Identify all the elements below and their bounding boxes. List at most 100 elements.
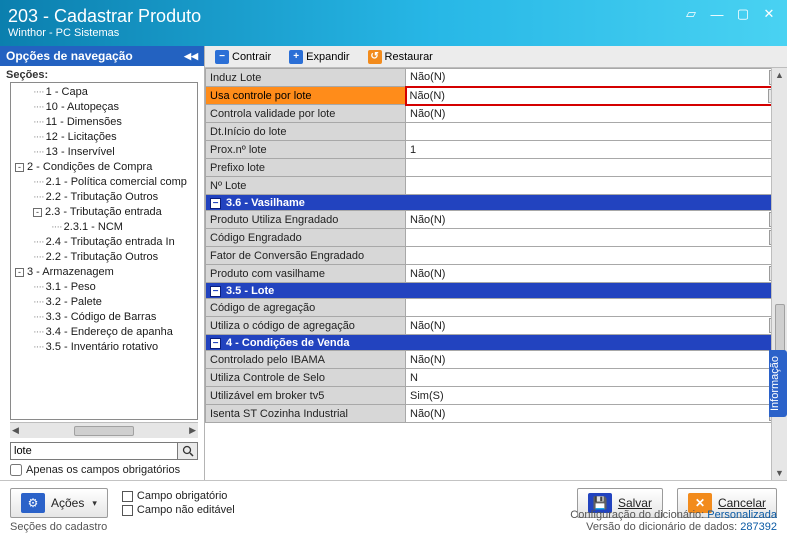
maximize-button[interactable]: ▢ xyxy=(735,6,751,22)
field-value[interactable] xyxy=(406,247,787,265)
grid-row[interactable]: Código de agregação xyxy=(206,299,787,317)
section-header[interactable]: −3.6 - Vasilhame xyxy=(206,195,787,211)
grid-row[interactable]: Utiliza Controle de SeloN xyxy=(206,369,787,387)
field-value[interactable]: Não(N) xyxy=(406,105,787,123)
field-value[interactable]: Não(N)▾ xyxy=(406,69,787,87)
tree-node[interactable]: 2.1 - Política comercial comp xyxy=(11,175,197,190)
tree-node[interactable]: -2 - Condições de Compra xyxy=(11,160,197,175)
acoes-button[interactable]: ⚙ Ações ▾ xyxy=(10,488,108,518)
tree-node[interactable]: 11 - Dimensões xyxy=(11,115,197,130)
field-label: Nº Lote xyxy=(206,177,406,195)
tree-view[interactable]: 1 - Capa10 - Autopeças11 - Dimensões12 -… xyxy=(10,82,198,420)
minus-icon: − xyxy=(215,50,229,64)
nav-header[interactable]: Opções de navegação ◀◀ xyxy=(0,46,204,66)
field-value[interactable]: Não(N)▾ xyxy=(406,351,787,369)
grid-row[interactable]: Código Engradado▾ xyxy=(206,229,787,247)
search-button[interactable] xyxy=(178,442,198,460)
field-label: Prox.nº lote xyxy=(206,141,406,159)
expandir-button[interactable]: +Expandir xyxy=(283,49,355,65)
grid-vscrollbar[interactable]: ▲ ▼ xyxy=(771,68,787,480)
tree-node[interactable]: 10 - Autopeças xyxy=(11,100,197,115)
tree-node[interactable]: 2.4 - Tributação entrada In xyxy=(11,235,197,250)
tree-node[interactable]: -3 - Armazenagem xyxy=(11,265,197,280)
tree-node[interactable]: 3.4 - Endereço de apanha xyxy=(11,325,197,340)
field-value[interactable]: Sim(S)▾ xyxy=(406,387,787,405)
tree-node[interactable]: 3.3 - Código de Barras xyxy=(11,310,197,325)
grid-row[interactable]: Controlado pelo IBAMANão(N)▾ xyxy=(206,351,787,369)
tree-toggle-icon[interactable]: - xyxy=(15,163,24,172)
field-value[interactable]: N xyxy=(406,369,787,387)
grid-row[interactable]: Isenta ST Cozinha IndustrialNão(N)▾ xyxy=(206,405,787,423)
field-value[interactable] xyxy=(406,299,787,317)
field-value[interactable]: Não(N)▾ xyxy=(406,211,787,229)
grid-row[interactable]: Prefixo lote xyxy=(206,159,787,177)
close-button[interactable]: ✕ xyxy=(761,6,777,22)
tree-toggle-icon[interactable]: - xyxy=(15,268,24,277)
scroll-up-icon[interactable]: ▲ xyxy=(775,70,784,80)
field-value[interactable]: Não(N)▾ xyxy=(406,87,787,105)
field-value[interactable]: Não(N)▾ xyxy=(406,317,787,335)
tree-node[interactable]: 12 - Licitações xyxy=(11,130,197,145)
tree-node[interactable]: 13 - Inservível xyxy=(11,145,197,160)
grid-row[interactable]: Produto Utiliza EngradadoNão(N)▾ xyxy=(206,211,787,229)
field-value[interactable]: Não(N)▾ xyxy=(406,265,787,283)
section-toggle-icon[interactable]: − xyxy=(210,198,221,209)
only-required-checkbox[interactable] xyxy=(10,464,22,476)
tree-node[interactable]: 2.3.1 - NCM xyxy=(11,220,197,235)
section-header[interactable]: −3.5 - Lote xyxy=(206,283,787,299)
grid-row[interactable]: Controla validade por loteNão(N) xyxy=(206,105,787,123)
tree-node[interactable]: 2.2 - Tributação Outros xyxy=(11,190,197,205)
section-toggle-icon[interactable]: − xyxy=(210,286,221,297)
tree-toggle-icon[interactable]: - xyxy=(33,208,42,217)
grid-row[interactable]: Usa controle por loteNão(N)▾ xyxy=(206,87,787,105)
field-value[interactable]: 1 xyxy=(406,141,787,159)
contrair-button[interactable]: −Contrair xyxy=(209,49,277,65)
info-tab[interactable]: Informação xyxy=(769,350,787,417)
popout-button[interactable]: ▱ xyxy=(683,6,699,22)
status-left: Seções do cadastro xyxy=(10,521,107,533)
tree-label: 3.1 - Peso xyxy=(46,281,96,293)
scroll-right-icon[interactable]: ▶ xyxy=(189,425,196,436)
search-input[interactable] xyxy=(10,442,178,460)
grid-row[interactable]: Dt.Início do lote xyxy=(206,123,787,141)
grid-row[interactable]: Utilizável em broker tv5Sim(S)▾ xyxy=(206,387,787,405)
scroll-thumb[interactable] xyxy=(74,426,134,436)
field-label: Produto com vasilhame xyxy=(206,265,406,283)
tree-node[interactable]: 1 - Capa xyxy=(11,85,197,100)
field-value[interactable]: ▾ xyxy=(406,229,787,247)
grid-row[interactable]: Prox.nº lote1 xyxy=(206,141,787,159)
field-label: Código de agregação xyxy=(206,299,406,317)
grid-row[interactable]: Nº Lote xyxy=(206,177,787,195)
field-label: Dt.Início do lote xyxy=(206,123,406,141)
field-value[interactable]: Não(N)▾ xyxy=(406,405,787,423)
restaurar-button[interactable]: ↺Restaurar xyxy=(362,49,439,65)
tree-node[interactable]: 3.1 - Peso xyxy=(11,280,197,295)
tree-hscrollbar[interactable]: ◀ ▶ xyxy=(10,422,198,438)
window-subtitle: Winthor - PC Sistemas xyxy=(8,27,201,39)
field-label: Utiliza o código de agregação xyxy=(206,317,406,335)
field-value[interactable] xyxy=(406,159,787,177)
section-toggle-icon[interactable]: − xyxy=(210,338,221,349)
property-grid[interactable]: Induz LoteNão(N)▾Usa controle por loteNã… xyxy=(205,68,787,423)
tree-node[interactable]: 2.2 - Tributação Outros xyxy=(11,250,197,265)
scroll-left-icon[interactable]: ◀ xyxy=(12,425,19,436)
grid-row[interactable]: Fator de Conversão Engradado xyxy=(206,247,787,265)
section-header[interactable]: −4 - Condições de Venda xyxy=(206,335,787,351)
field-value[interactable] xyxy=(406,177,787,195)
field-label: Induz Lote xyxy=(206,69,406,87)
nav-collapse-icon[interactable]: ◀◀ xyxy=(184,51,198,62)
tree-node[interactable]: 3.2 - Palete xyxy=(11,295,197,310)
grid-row[interactable]: Produto com vasilhameNão(N)▾ xyxy=(206,265,787,283)
minimize-button[interactable]: — xyxy=(709,6,725,22)
restore-icon: ↺ xyxy=(368,50,382,64)
tree-label: 2.2 - Tributação Outros xyxy=(46,251,159,263)
tree-node[interactable]: -2.3 - Tributação entrada xyxy=(11,205,197,220)
tree-node[interactable]: 3.5 - Inventário rotativo xyxy=(11,340,197,355)
field-value[interactable] xyxy=(406,123,787,141)
grid-row[interactable]: Induz LoteNão(N)▾ xyxy=(206,69,787,87)
scroll-down-icon[interactable]: ▼ xyxy=(775,468,784,478)
grid-row[interactable]: Utiliza o código de agregaçãoNão(N)▾ xyxy=(206,317,787,335)
tree-label: 2.3 - Tributação entrada xyxy=(45,206,162,218)
field-label: Isenta ST Cozinha Industrial xyxy=(206,405,406,423)
sections-label: Seções: xyxy=(0,66,204,82)
